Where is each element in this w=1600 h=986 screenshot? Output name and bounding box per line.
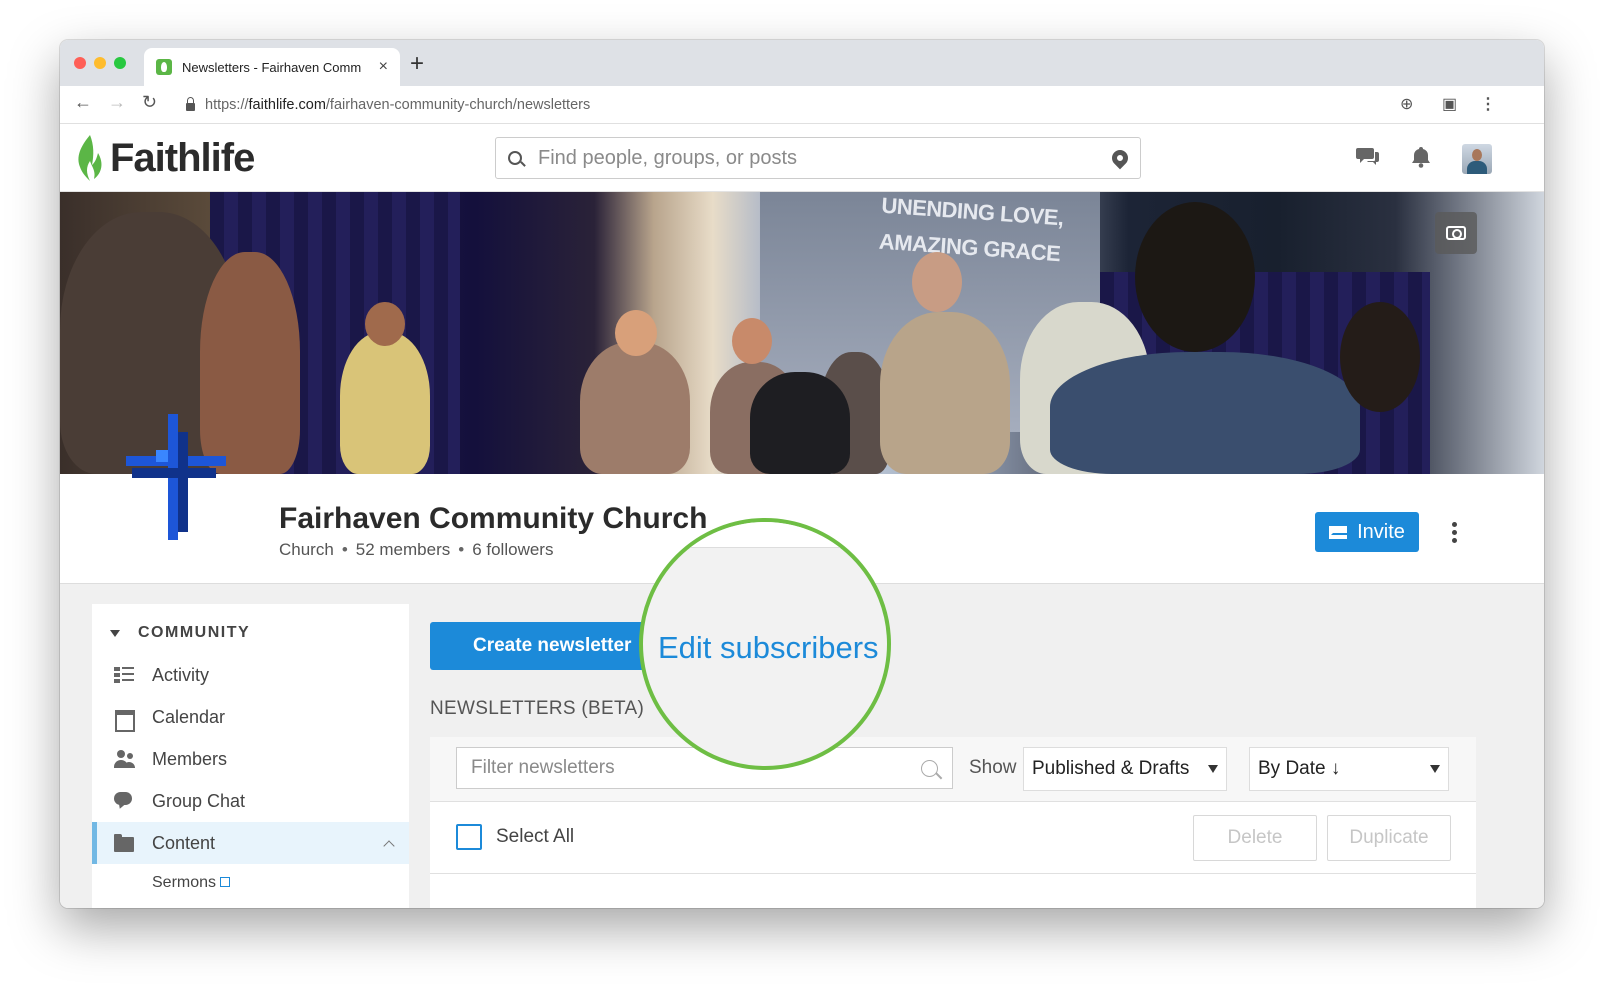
- sidebar-item-label: Content: [152, 832, 216, 853]
- location-pin-icon[interactable]: [1108, 146, 1132, 170]
- url-text: https://faithlife.com/fairhaven-communit…: [205, 97, 591, 113]
- singer-figure: [580, 342, 690, 474]
- forward-arrow-icon[interactable]: →: [108, 92, 126, 113]
- newsletters-panel: Filter newsletters Show Published & Draf…: [430, 737, 1476, 908]
- browser-tab[interactable]: Newsletters - Fairhaven Comm ×: [144, 48, 400, 86]
- create-newsletter-button[interactable]: Create newsletter: [430, 622, 668, 670]
- notifications-bell-icon[interactable]: [1410, 146, 1432, 168]
- faithlife-logo[interactable]: Faithlife: [74, 133, 255, 183]
- sidebar-item-content[interactable]: Content: [92, 822, 409, 864]
- site-header: Faithlife Find people, groups, or posts: [60, 124, 1544, 192]
- search-icon: [508, 151, 522, 165]
- guitarist-figure: [340, 332, 430, 474]
- show-label: Show: [969, 757, 1017, 778]
- browser-window: Newsletters - Fairhaven Comm × + ← → ↻ h…: [60, 40, 1544, 908]
- sidebar-item-calendar[interactable]: Calendar: [92, 696, 409, 738]
- group-logo-cross: [126, 414, 226, 540]
- sidebar-item-group-chat[interactable]: Group Chat: [92, 780, 409, 822]
- bulk-actions-bar: Select All Delete Duplicate: [430, 802, 1476, 874]
- lead-singer-head: [912, 252, 962, 312]
- members-icon: [114, 750, 134, 768]
- activity-icon: [114, 666, 134, 684]
- faithlife-favicon-icon: [156, 59, 172, 75]
- singer-head: [732, 318, 772, 364]
- group-cover-photo: UNENDING LOVE, AMAZING GRACE: [60, 192, 1544, 474]
- audience-head: [1135, 202, 1255, 352]
- folder-icon: [114, 834, 134, 852]
- user-avatar[interactable]: [1462, 144, 1492, 174]
- filter-bar: Filter newsletters Show Published & Draf…: [430, 737, 1476, 802]
- chat-icon: [114, 792, 134, 810]
- invite-button[interactable]: Invite: [1315, 512, 1419, 552]
- more-options-icon[interactable]: [1452, 522, 1458, 544]
- sidebar-item-label: Members: [152, 748, 228, 769]
- singer-head: [615, 310, 657, 356]
- collapse-triangle-icon: [110, 629, 120, 637]
- status-filter-select[interactable]: Published & Drafts: [1023, 747, 1227, 791]
- external-link-icon: [220, 877, 231, 887]
- change-cover-photo-button[interactable]: [1435, 212, 1477, 254]
- search-placeholder: Find people, groups, or posts: [538, 146, 798, 169]
- back-arrow-icon[interactable]: ←: [74, 92, 92, 113]
- search-icon: [921, 759, 938, 777]
- lead-singer-figure: [880, 312, 1010, 474]
- camera-icon: [1446, 226, 1466, 240]
- tab-strip: Newsletters - Fairhaven Comm × +: [60, 40, 1544, 86]
- browser-toolbar: ← → ↻ https://faithlife.com/fairhaven-co…: [60, 86, 1544, 124]
- reload-icon[interactable]: ↻: [142, 92, 157, 113]
- tab-close-icon[interactable]: ×: [379, 58, 388, 76]
- address-bar[interactable]: https://faithlife.com/fairhaven-communit…: [172, 89, 1472, 121]
- chevron-up-icon[interactable]: [383, 840, 395, 852]
- dropdown-caret-icon: [1430, 765, 1440, 773]
- tab-title: Newsletters - Fairhaven Comm: [182, 59, 362, 75]
- sidebar-item-label: Calendar: [152, 706, 226, 727]
- site-search-input[interactable]: Find people, groups, or posts: [495, 137, 1141, 179]
- edit-subscribers-link[interactable]: Edit subscribers: [658, 630, 879, 666]
- followers-count[interactable]: 6 followers: [472, 540, 553, 559]
- new-tab-button[interactable]: +: [410, 50, 424, 78]
- duplicate-button[interactable]: Duplicate: [1327, 815, 1451, 861]
- sort-select[interactable]: By Date ↓: [1249, 747, 1449, 791]
- group-sidebar: COMMUNITY Activity Calendar Members Grou…: [92, 604, 409, 908]
- maximize-window-button[interactable]: [114, 57, 126, 69]
- messages-icon[interactable]: [1356, 146, 1380, 166]
- dropdown-caret-icon: [1208, 765, 1218, 773]
- magnifier-callout: Edit subscribers: [639, 518, 891, 770]
- minimize-window-button[interactable]: [94, 57, 106, 69]
- sidebar-item-members[interactable]: Members: [92, 738, 409, 780]
- close-window-button[interactable]: [74, 57, 86, 69]
- mail-icon: [1329, 525, 1348, 539]
- flame-logo-icon: [78, 135, 102, 181]
- sidebar-subitem-sermons[interactable]: Sermons: [152, 874, 231, 892]
- extension-clipboard-icon[interactable]: ▣: [1442, 94, 1457, 114]
- zoom-icon[interactable]: ⊕: [1400, 94, 1413, 114]
- select-all-checkbox[interactable]: [456, 824, 482, 850]
- sidebar-item-label: Activity: [152, 664, 210, 685]
- audience-head: [1340, 302, 1420, 412]
- section-title: NEWSLETTERS (BETA): [430, 698, 645, 719]
- lock-icon: [186, 96, 195, 111]
- screen-lyrics: UNENDING LOVE, AMAZING GRACE: [878, 192, 1065, 267]
- audience-figure: [1050, 352, 1360, 474]
- sort-selected-value: By Date ↓: [1258, 758, 1341, 779]
- browser-menu-icon[interactable]: ⋮: [1480, 94, 1496, 114]
- community-section-toggle[interactable]: COMMUNITY: [110, 624, 250, 642]
- logo-text: Faithlife: [110, 135, 255, 180]
- sidebar-item-label: Group Chat: [152, 790, 246, 811]
- status-selected-value: Published & Drafts: [1032, 758, 1190, 779]
- group-meta: Church • 52 members • 6 followers: [279, 540, 554, 559]
- sidebar-item-activity[interactable]: Activity: [92, 654, 409, 696]
- guitarist-head: [365, 302, 405, 346]
- audience-figure: [750, 372, 850, 474]
- section-label: COMMUNITY: [138, 624, 251, 641]
- delete-button[interactable]: Delete: [1193, 815, 1317, 861]
- filter-placeholder: Filter newsletters: [471, 757, 615, 778]
- calendar-icon: [114, 708, 135, 732]
- select-all-label[interactable]: Select All: [496, 826, 574, 848]
- group-type: Church: [279, 540, 334, 559]
- members-count[interactable]: 52 members: [356, 540, 450, 559]
